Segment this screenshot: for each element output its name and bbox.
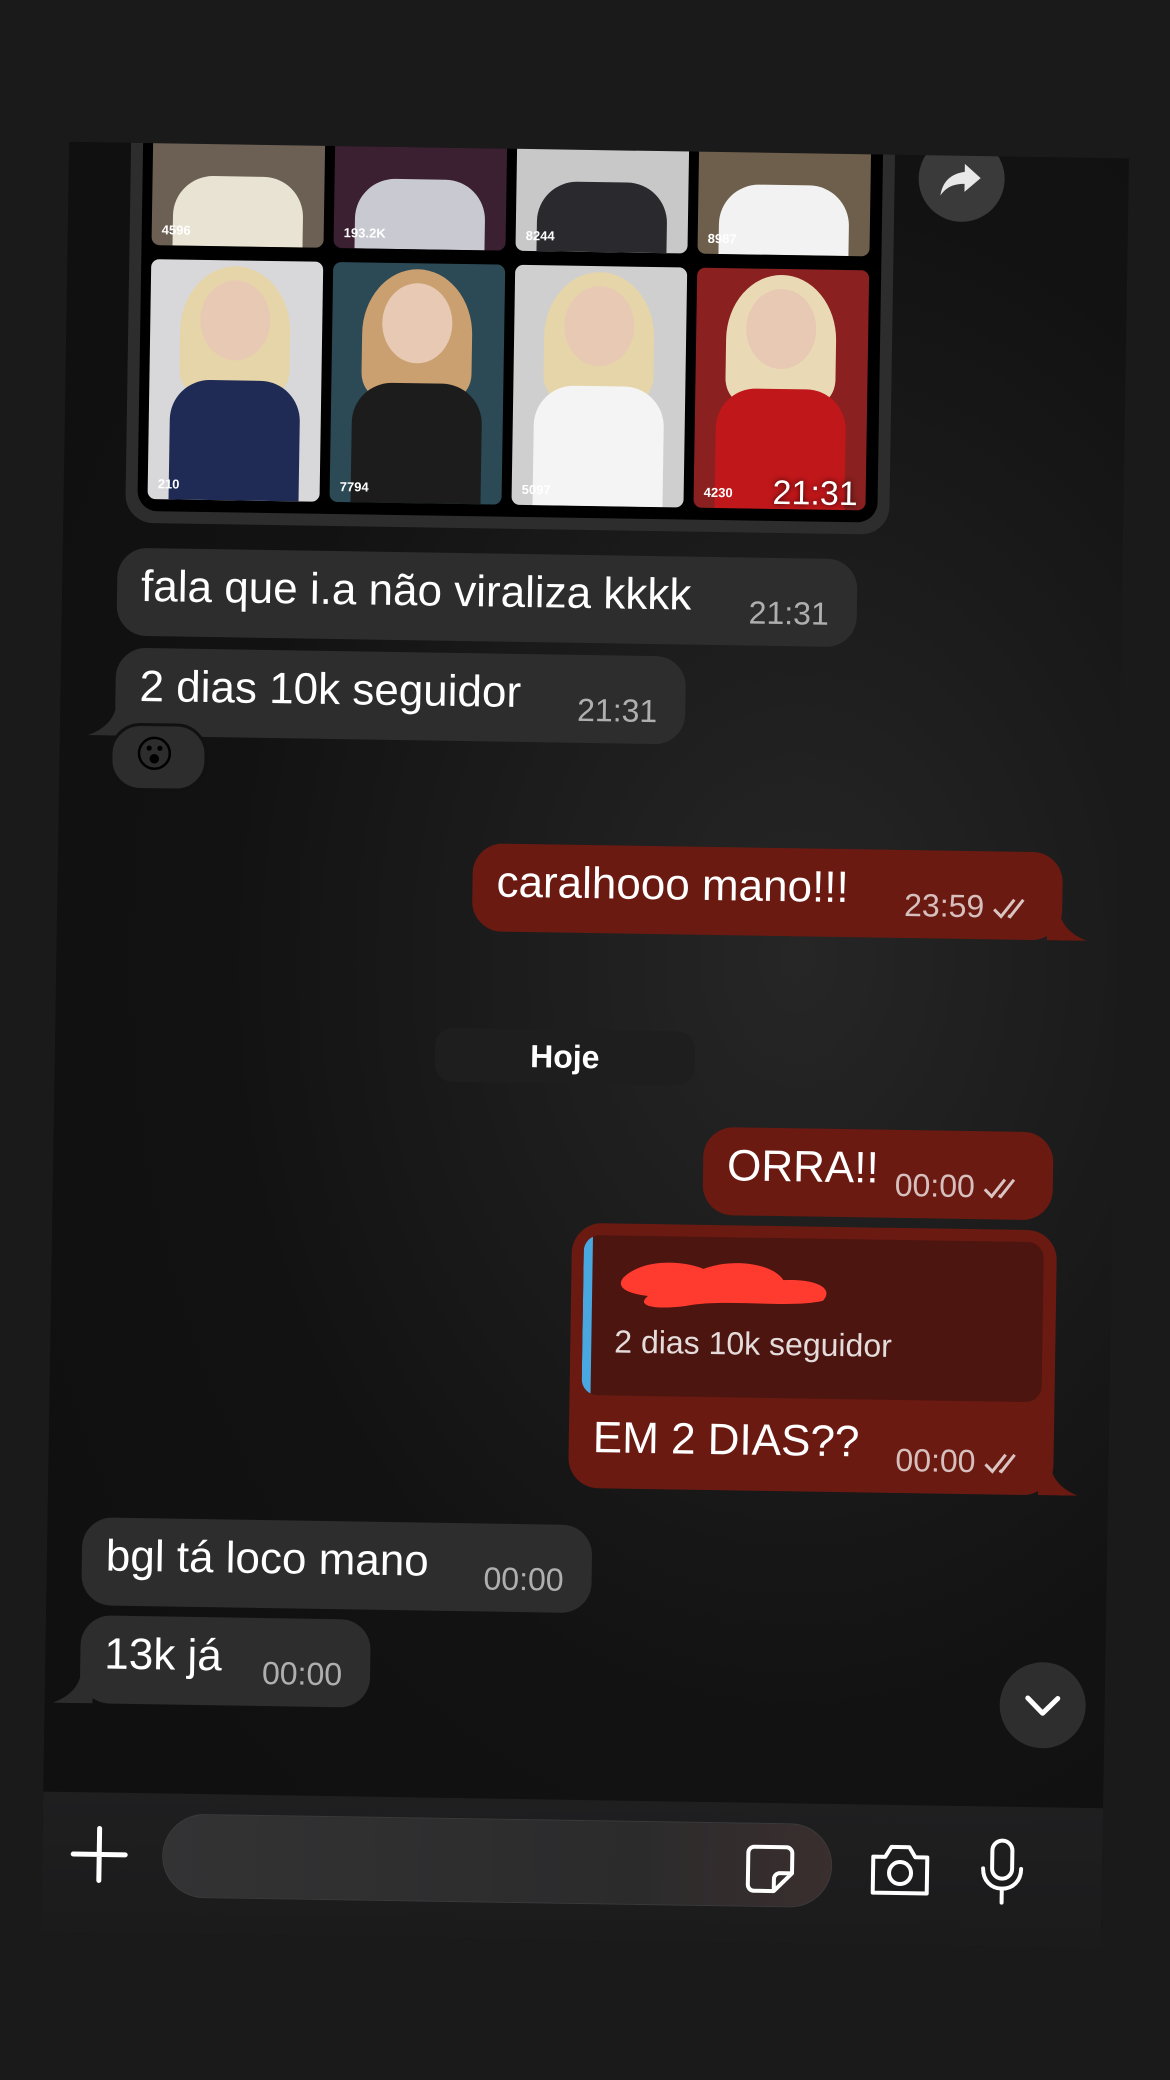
media-thumbnail[interactable]: 8244 [515,141,690,254]
day-separator: Hoje [434,1027,696,1086]
view-count: 5097 [521,481,551,498]
attach-button[interactable] [67,1822,132,1887]
message-input[interactable] [161,1813,833,1908]
view-count: 210 [157,476,180,492]
thumbnail-subject [350,382,483,505]
message-composer [41,1791,1104,1949]
outgoing-reply-message[interactable]: 2 dias 10k seguidor EM 2 DIAS?? 00:00 [568,1222,1058,1496]
reply-quote-text: 2 dias 10k seguidor [614,1323,893,1364]
incoming-message[interactable]: 13k já 00:00 [79,1615,371,1708]
read-receipt-icon [993,898,1025,919]
incoming-message[interactable]: 2 dias 10k seguidor 21:31 [114,647,687,745]
thumbnail-subject [718,184,850,257]
media-timestamp: 21:31 [772,473,858,514]
sticker-button[interactable] [742,1841,799,1898]
incoming-message[interactable]: fala que i.a não viraliza kkkk 21:31 [116,547,858,648]
thumbnail-subject [168,379,301,502]
media-thumbnail[interactable]: 5097 [511,264,688,508]
message-text: EM 2 DIAS?? [592,1413,860,1467]
message-text: ORRA!! [726,1141,880,1193]
message-time: 23:59 [903,886,985,925]
read-receipt-icon [983,1178,1016,1199]
thumbnail-subject [532,385,665,508]
forward-button[interactable] [917,141,1006,223]
chat-screen: 4596 193.2K 8244 8987 210 7794 5097 4230… [41,141,1129,1949]
message-time: 00:00 [483,1560,564,1598]
bubble-tail [1046,910,1087,941]
view-count: 8244 [525,227,555,244]
view-count: 4230 [703,484,733,501]
microphone-icon [981,1838,1024,1905]
thumbnail-subject [536,181,668,254]
camera-icon [870,1844,930,1896]
media-thumbnail[interactable]: 210 [147,259,324,502]
redacted-sender-name [620,1262,827,1308]
view-count: 193.2K [343,225,386,241]
message-text: fala que i.a não viraliza kkkk [140,561,692,620]
chevron-down-icon [1025,1695,1061,1716]
forward-icon [940,163,981,196]
message-text: 2 dias 10k seguidor [139,661,522,717]
bubble-tail [1037,1465,1078,1496]
view-count: 8987 [707,230,737,247]
microphone-button[interactable] [977,1836,1028,1907]
reply-quote[interactable]: 2 dias 10k seguidor [581,1235,1044,1403]
message-time: 00:00 [894,1166,976,1205]
media-thumbnail[interactable]: 193.2K [333,141,508,251]
thumbnail-subject [172,175,304,248]
sticker-icon [745,1844,795,1894]
camera-button[interactable] [867,1841,934,1900]
message-time: 21:31 [576,691,658,730]
media-thumbnail[interactable]: 8987 [697,141,872,257]
message-text: 13k já [103,1629,223,1681]
incoming-message[interactable]: bgl tá loco mano 00:00 [81,1517,593,1614]
outgoing-message[interactable]: caralhooo mano!!! 23:59 [471,843,1064,941]
media-album-bubble[interactable]: 4596 193.2K 8244 8987 210 7794 5097 4230… [125,141,896,535]
scroll-to-bottom-button[interactable] [999,1661,1087,1749]
reply-accent-bar [581,1235,594,1396]
view-count: 7794 [339,479,369,495]
read-receipt-icon [984,1453,1016,1474]
message-text: caralhooo mano!!! [496,857,850,913]
plus-icon [70,1825,128,1883]
message-time: 00:00 [261,1655,343,1693]
media-thumbnail[interactable]: 4596 [151,141,326,248]
message-time: 00:00 [895,1441,976,1480]
reaction-emoji: 😮 [134,733,175,777]
message-time: 21:31 [748,594,830,632]
bubble-tail [52,1673,94,1704]
view-count: 4596 [161,222,191,238]
message-reaction[interactable]: 😮 [108,722,208,793]
media-thumbnail[interactable]: 7794 [329,261,506,505]
media-grid: 4596 193.2K 8244 8987 210 7794 5097 4230 [137,141,884,523]
outgoing-message[interactable]: ORRA!! 00:00 [702,1126,1054,1221]
message-text: bgl tá loco mano [105,1531,430,1586]
